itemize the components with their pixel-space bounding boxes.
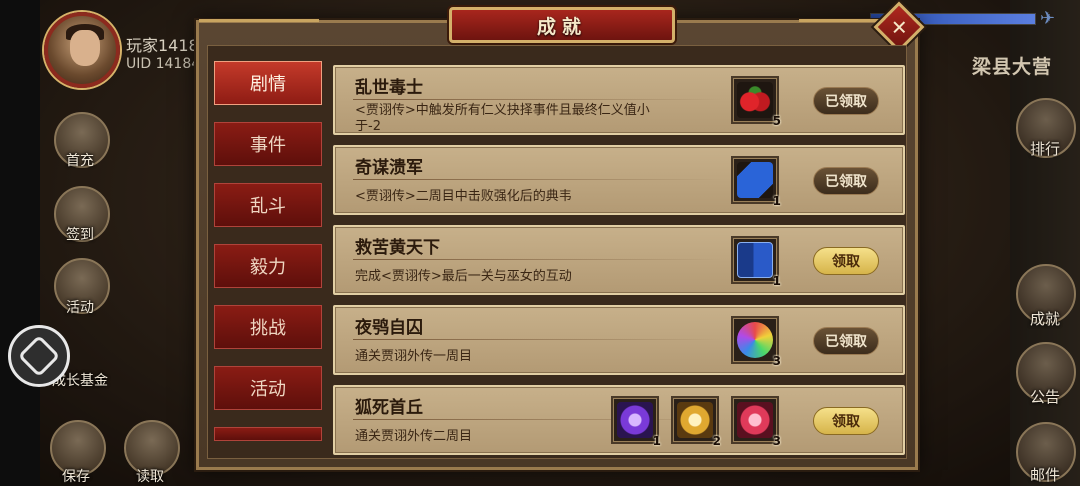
location-title: 梁县大营 bbox=[972, 56, 1053, 78]
reward-item[interactable]: 5 bbox=[731, 76, 781, 128]
tab-story[interactable]: 剧情 bbox=[214, 61, 322, 105]
save-label: 保存 bbox=[62, 469, 90, 485]
tab-brawl[interactable]: 乱斗 bbox=[214, 183, 322, 227]
achievement-desc: 通关贾诩外传一周目 bbox=[355, 349, 473, 364]
reward-count: 1 bbox=[772, 194, 781, 208]
load-label: 读取 bbox=[136, 469, 164, 485]
claimed-button[interactable]: 已领取 bbox=[813, 327, 879, 355]
achievement-name: 夜鸮自囚 bbox=[355, 318, 423, 338]
tab-challenge[interactable]: 挑战 bbox=[214, 305, 322, 349]
achievement-desc: <贾诩传>二周目中击败强化后的典韦 bbox=[355, 189, 572, 204]
achievement-name: 救苦黄天下 bbox=[355, 238, 440, 258]
achievement-row: 狐死首丘 通关贾诩外传二周目 1 2 3 领取 bbox=[333, 385, 905, 455]
player-name: 玩家1418 bbox=[126, 36, 199, 55]
tab-partial[interactable] bbox=[214, 427, 322, 441]
achievement-name: 奇谋溃军 bbox=[355, 158, 423, 178]
reward-item[interactable]: 3 bbox=[731, 316, 781, 368]
cube-icon bbox=[17, 334, 61, 378]
ranking-label: 排行 bbox=[1030, 140, 1061, 158]
floating-assistant-button[interactable] bbox=[8, 325, 70, 387]
announcement-label: 公告 bbox=[1030, 388, 1061, 406]
gold-gem-icon bbox=[677, 402, 713, 438]
crystal-ball-icon bbox=[737, 322, 773, 358]
reward-item[interactable]: 1 bbox=[731, 236, 781, 288]
events-label: 活动 bbox=[66, 300, 94, 316]
reward-item[interactable]: 2 bbox=[671, 396, 721, 448]
reward-item[interactable]: 1 bbox=[611, 396, 661, 448]
book-icon bbox=[737, 242, 773, 278]
reward-count: 1 bbox=[652, 434, 661, 448]
achievement-name: 乱世毒士 bbox=[355, 78, 423, 98]
achievement-row: 乱世毒士 <贾诩传>中触发所有仁义抉择事件且最终仁义值小于-2 5 已领取 bbox=[333, 65, 905, 135]
close-icon: ✕ bbox=[890, 14, 908, 39]
scroll-icon bbox=[737, 162, 773, 198]
achievement-desc: 通关贾诩外传二周目 bbox=[355, 429, 473, 444]
mail-label: 邮件 bbox=[1030, 466, 1061, 484]
player-uid: UID 14184 bbox=[126, 56, 201, 72]
dialog-title: 成就 bbox=[536, 15, 587, 38]
claimed-button[interactable]: 已领取 bbox=[813, 87, 879, 115]
tab-activity[interactable]: 活动 bbox=[214, 366, 322, 410]
achievement-list[interactable]: 乱世毒士 <贾诩传>中触发所有仁义抉择事件且最终仁义值小于-2 5 已领取 奇谋… bbox=[333, 65, 905, 457]
purple-gem-icon bbox=[617, 402, 653, 438]
row-divider bbox=[353, 99, 723, 100]
reward-count: 5 bbox=[772, 114, 781, 128]
claim-button[interactable]: 领取 bbox=[813, 407, 879, 435]
achievements-label: 成就 bbox=[1030, 310, 1061, 328]
reward-item[interactable]: 1 bbox=[731, 156, 781, 208]
avatar-face bbox=[70, 30, 100, 66]
row-divider bbox=[353, 259, 723, 260]
cherry-icon bbox=[737, 82, 773, 118]
row-divider bbox=[353, 179, 723, 180]
achievements-dialog: 成就 ✕ 剧情 事件 乱斗 毅力 挑战 活动 乱世毒士 <贾诩传>中触发所有仁义… bbox=[196, 1, 925, 470]
achievement-row: 救苦黄天下 完成<贾诩传>最后一关与巫女的互动 1 领取 bbox=[333, 225, 905, 295]
red-gem-icon bbox=[737, 402, 773, 438]
reward-item[interactable]: 3 bbox=[731, 396, 781, 448]
reward-count: 3 bbox=[772, 434, 781, 448]
reward-count: 3 bbox=[772, 354, 781, 368]
achievement-name: 狐死首丘 bbox=[355, 398, 423, 418]
sign-in-label: 签到 bbox=[66, 227, 94, 243]
row-divider bbox=[353, 339, 723, 340]
avatar[interactable] bbox=[44, 12, 120, 88]
achievement-desc: <贾诩传>中触发所有仁义抉择事件且最终仁义值小于-2 bbox=[355, 103, 650, 134]
bird-icon: ✈ bbox=[1040, 8, 1056, 29]
achievement-row: 奇谋溃军 <贾诩传>二周目中击败强化后的典韦 1 已领取 bbox=[333, 145, 905, 215]
claimed-button[interactable]: 已领取 bbox=[813, 167, 879, 195]
first-recharge-label: 首充 bbox=[66, 153, 94, 169]
claim-button[interactable]: 领取 bbox=[813, 247, 879, 275]
achievement-row: 夜鸮自囚 通关贾诩外传一周目 3 已领取 bbox=[333, 305, 905, 375]
reward-count: 2 bbox=[712, 434, 721, 448]
tab-perseverance[interactable]: 毅力 bbox=[214, 244, 322, 288]
achievement-desc: 完成<贾诩传>最后一关与巫女的互动 bbox=[355, 269, 572, 284]
tab-events[interactable]: 事件 bbox=[214, 122, 322, 166]
title-wing-left bbox=[199, 19, 319, 29]
dialog-title-plate: 成就 bbox=[449, 7, 675, 43]
reward-count: 1 bbox=[772, 274, 781, 288]
row-divider bbox=[353, 419, 723, 420]
